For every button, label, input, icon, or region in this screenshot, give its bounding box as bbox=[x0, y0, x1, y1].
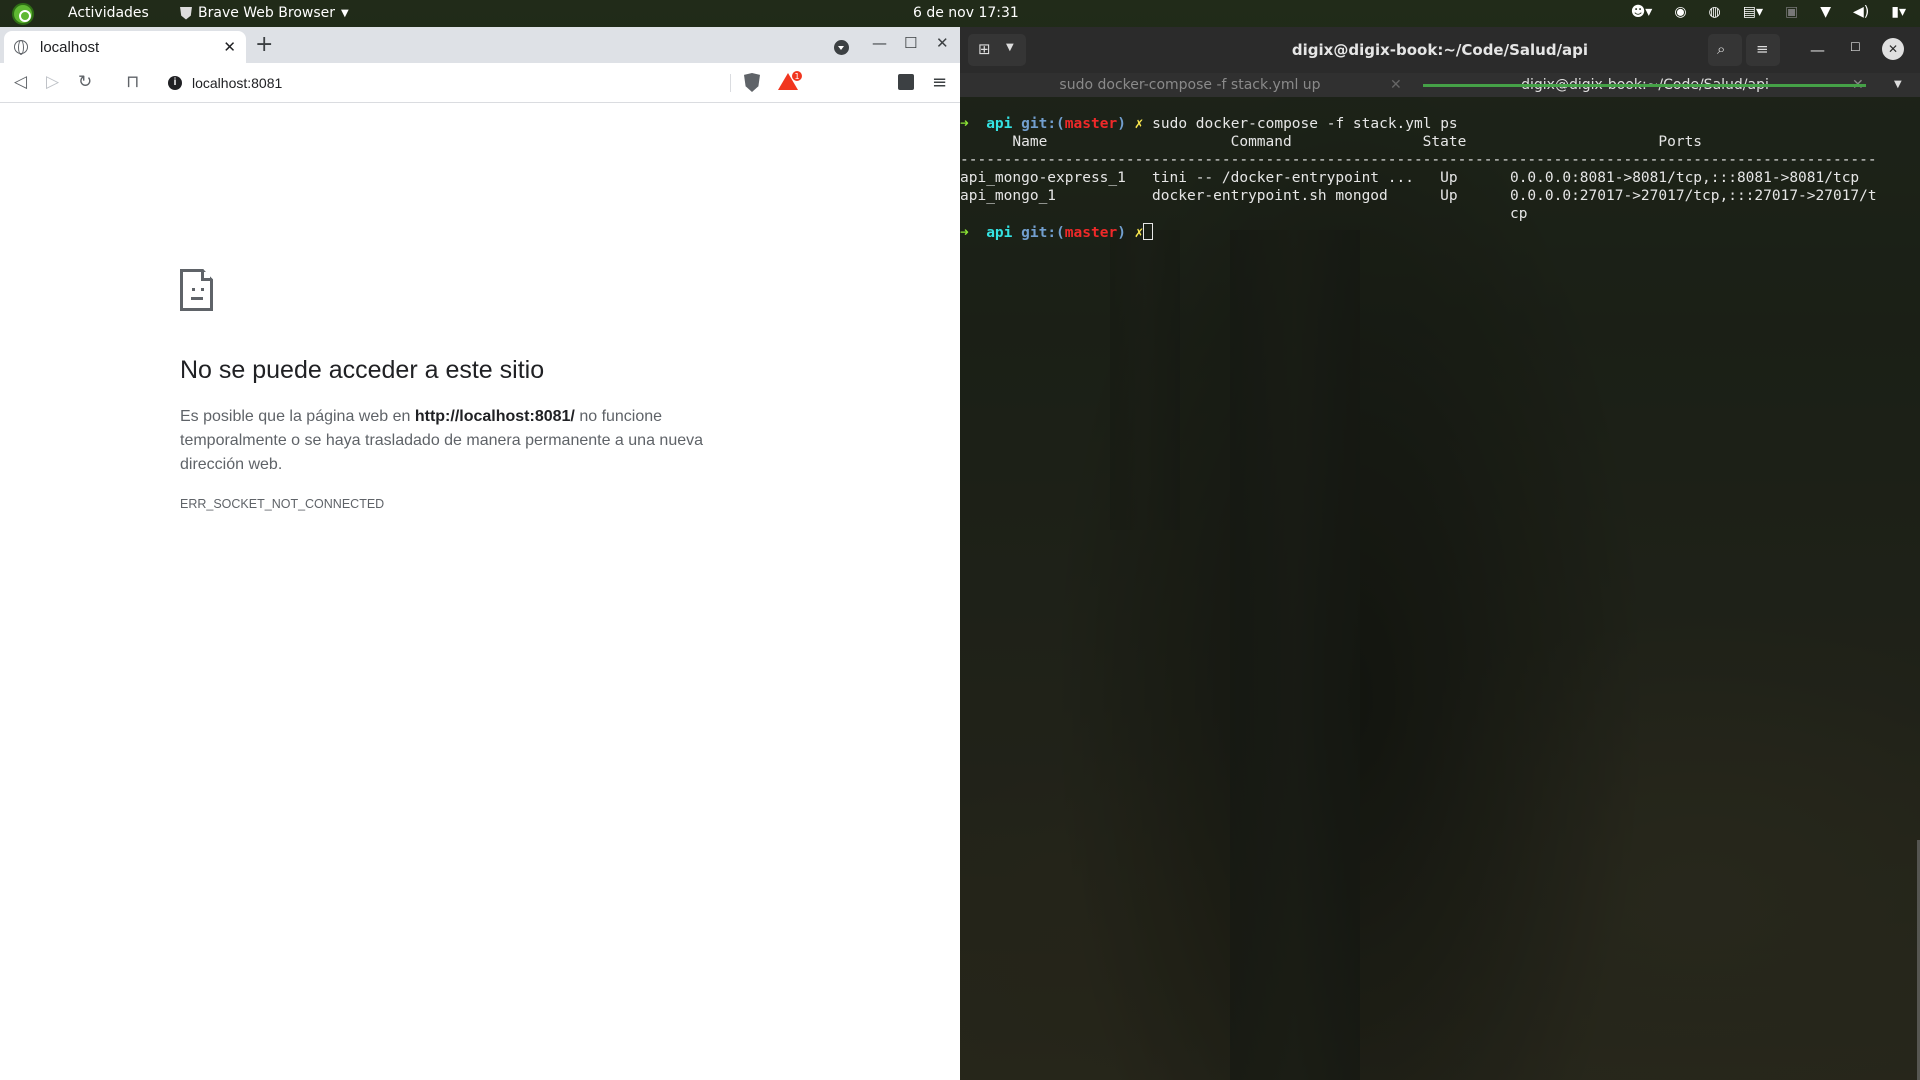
minimize-button[interactable]: — bbox=[872, 34, 887, 52]
address-bar[interactable]: i localhost:8081 bbox=[156, 67, 806, 99]
menu-icon[interactable]: ≡ bbox=[932, 72, 947, 93]
ps-row: cp bbox=[960, 206, 1528, 222]
minimize-button[interactable]: — bbox=[1810, 41, 1825, 59]
indicator-icon[interactable]: ☻▾ bbox=[1631, 4, 1653, 20]
error-url: http://localhost:8081/ bbox=[414, 408, 575, 425]
back-icon[interactable]: ◁ bbox=[14, 72, 27, 92]
browser-toolbar: ◁ ▷ ↻ ⊓ i localhost:8081 1 ≡ bbox=[0, 63, 960, 103]
terminal-tab-label: sudo docker-compose -f stack.yml up bbox=[1059, 77, 1321, 93]
clipboard-icon[interactable]: ▤▾ bbox=[1743, 4, 1763, 20]
ps-row: api_mongo_1 docker-entrypoint.sh mongod … bbox=[960, 188, 1877, 204]
browser-window: localhost ✕ + — ☐ ✕ ◁ ▷ ↻ ⊓ i localhost:… bbox=[0, 27, 960, 1080]
clock[interactable]: 6 de nov 17:31 bbox=[913, 5, 1019, 21]
address-bar-url: localhost:8081 bbox=[192, 75, 283, 91]
search-icon: ⌕ bbox=[1717, 40, 1726, 58]
app-indicator-icon[interactable]: ▣ bbox=[1785, 4, 1798, 20]
error-description: Es posible que la página web en http://l… bbox=[180, 408, 704, 473]
globe-icon bbox=[14, 40, 28, 55]
brave-lion-icon bbox=[180, 6, 192, 20]
active-tab-indicator bbox=[1423, 84, 1866, 87]
activities-button[interactable]: Actividades bbox=[68, 5, 149, 21]
prompt-line: ➜ api git:(master) ✗ sudo docker-compose… bbox=[960, 116, 1458, 132]
rewards-badge: 1 bbox=[791, 70, 803, 82]
extensions-icon[interactable] bbox=[898, 74, 914, 90]
bookmark-icon[interactable]: ⊓ bbox=[126, 72, 139, 92]
search-button[interactable]: ⌕ bbox=[1708, 34, 1742, 66]
maximize-button[interactable]: ☐ bbox=[1850, 40, 1861, 54]
divider bbox=[730, 74, 731, 92]
maximize-button[interactable]: ☐ bbox=[904, 34, 917, 52]
close-tab-icon[interactable]: ✕ bbox=[1390, 77, 1402, 93]
site-info-icon[interactable]: i bbox=[168, 76, 182, 90]
new-tab-button[interactable]: + bbox=[255, 32, 273, 57]
chevron-down-icon: ▼ bbox=[341, 7, 349, 19]
terminal-output[interactable]: ➜ api git:(master) ✗ sudo docker-compose… bbox=[960, 115, 1920, 242]
terminal-tab-docker-up[interactable]: sudo docker-compose -f stack.yml up ✕ bbox=[960, 77, 1420, 93]
battery-icon[interactable]: ▮▾ bbox=[1891, 4, 1906, 20]
globe-indicator-icon[interactable]: ◍ bbox=[1709, 4, 1721, 20]
tab-strip: localhost ✕ + — ☐ ✕ bbox=[0, 27, 960, 63]
error-code: ERR_SOCKET_NOT_CONNECTED bbox=[180, 497, 385, 511]
forward-icon[interactable]: ▷ bbox=[46, 72, 59, 92]
reload-icon[interactable]: ↻ bbox=[78, 72, 92, 92]
close-window-button[interactable]: ✕ bbox=[1882, 38, 1904, 60]
ps-header: Name Command State Ports bbox=[960, 134, 1868, 150]
command-text: sudo docker-compose -f stack.yml ps bbox=[1152, 116, 1458, 132]
app-menu[interactable]: Brave Web Browser ▼ bbox=[180, 5, 349, 21]
tab-search-icon[interactable] bbox=[834, 40, 849, 55]
text-cursor bbox=[1143, 223, 1154, 240]
app-menu-label: Brave Web Browser bbox=[198, 5, 335, 21]
system-tray: ☻▾ ◉ ◍ ▤▾ ▣ ▼ ◀) ▮▾ bbox=[1631, 4, 1906, 20]
tab-title: localhost bbox=[40, 38, 100, 56]
ubuntu-logo-icon[interactable] bbox=[12, 3, 34, 25]
prompt-line: ➜ api git:(master) ✗ bbox=[960, 223, 1920, 242]
wifi-icon[interactable]: ▼ bbox=[1820, 4, 1831, 20]
hamburger-icon: ≡ bbox=[1756, 40, 1769, 58]
sad-document-icon bbox=[180, 269, 213, 311]
close-tab-icon[interactable]: ✕ bbox=[223, 38, 236, 56]
ps-divider: ----------------------------------------… bbox=[960, 152, 1877, 168]
terminal-headerbar: ⊞ ▼ digix@digix-book:~/Code/Salud/api ⌕ … bbox=[960, 27, 1920, 73]
menu-button[interactable]: ≡ bbox=[1746, 34, 1780, 66]
tab-list-chevron-icon[interactable]: ▼ bbox=[1894, 79, 1902, 90]
system-top-bar: Actividades Brave Web Browser ▼ 6 de nov… bbox=[0, 0, 1920, 27]
error-page: No se puede acceder a este sitio Es posi… bbox=[180, 269, 770, 511]
ps-row: api_mongo-express_1 tini -- /docker-entr… bbox=[960, 170, 1860, 186]
chat-indicator-icon[interactable]: ◉ bbox=[1674, 4, 1686, 20]
error-title: No se puede acceder a este sitio bbox=[180, 356, 545, 384]
brave-rewards-icon[interactable]: 1 bbox=[778, 70, 803, 91]
volume-icon[interactable]: ◀) bbox=[1853, 4, 1869, 20]
close-window-button[interactable]: ✕ bbox=[936, 34, 949, 52]
tab-localhost[interactable]: localhost ✕ bbox=[4, 31, 246, 63]
